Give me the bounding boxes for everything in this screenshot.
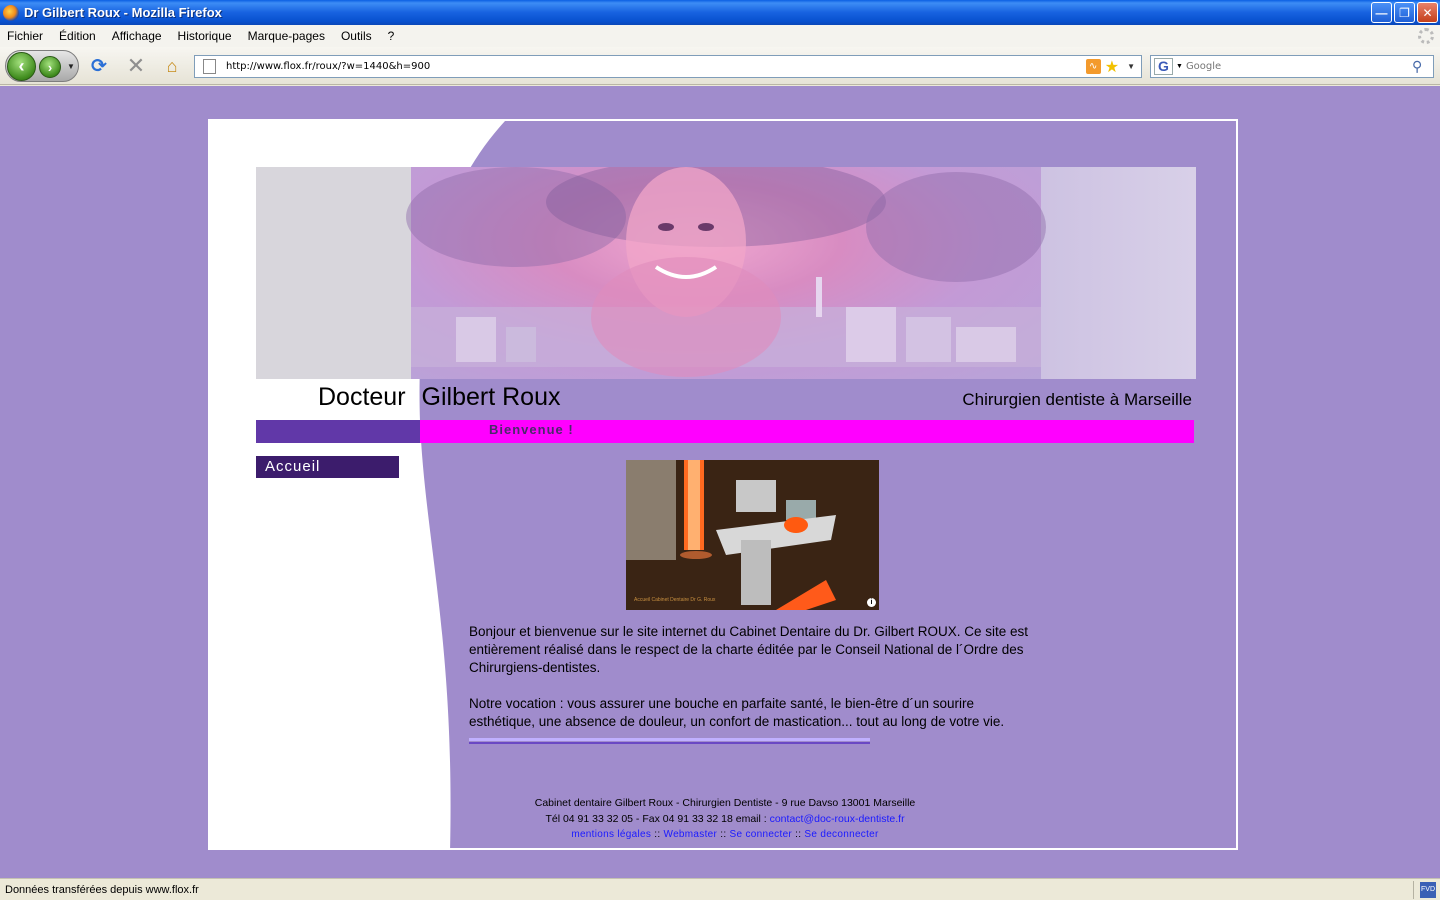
nav-item-accueil[interactable]: Accueil (256, 456, 399, 478)
office-photo[interactable]: Accueil Cabinet Dentaire Dr G. Roux i (626, 460, 879, 610)
minimize-button[interactable]: — (1371, 2, 1392, 23)
window-controls: — ❐ ✕ (1371, 2, 1438, 23)
mentions-legales-link[interactable]: mentions légales (571, 829, 651, 840)
restore-button[interactable]: ❐ (1394, 2, 1415, 23)
welcome-text: Bonjour et bienvenue sur le site interne… (469, 623, 1039, 731)
close-button[interactable]: ✕ (1417, 2, 1438, 23)
navigation-toolbar: ‹ › ▼ ⟳ ✕ ⌂ http://www.flox.fr/roux/?w=1… (0, 47, 1440, 85)
status-bar: Données transférées depuis www.flox.fr F… (0, 878, 1440, 900)
search-input[interactable] (1185, 61, 1412, 72)
menu-historique[interactable]: Historique (178, 29, 232, 43)
status-text: Données transférées depuis www.flox.fr (5, 883, 199, 896)
stop-icon[interactable]: ✕ (125, 53, 147, 78)
firefox-logo-icon (3, 4, 19, 21)
menu-outils[interactable]: Outils (341, 29, 372, 43)
menu-affichage[interactable]: Affichage (112, 29, 162, 43)
status-separator (1413, 881, 1414, 899)
footer-address: Cabinet dentaire Gilbert Roux - Chirurgi… (534, 797, 916, 809)
photo-info-icon[interactable]: i (867, 598, 876, 607)
bookmark-star-icon[interactable]: ★ (1105, 57, 1119, 77)
back-forward-group: ‹ › ▼ (5, 50, 79, 82)
url-dropdown-icon[interactable]: ▼ (1127, 62, 1135, 71)
back-button[interactable]: ‹ (7, 52, 36, 81)
page-viewport: Docteur Gilbert Roux Chirurgien dentiste … (0, 86, 1440, 878)
footer-contact: Tél 04 91 33 32 05 - Fax 04 91 33 32 18 … (210, 811, 1236, 827)
footer-separator: :: (720, 829, 727, 840)
throbber-icon (1418, 28, 1434, 44)
site-frame: Docteur Gilbert Roux Chirurgien dentiste … (208, 119, 1238, 850)
logout-link[interactable]: Se deconnecter (804, 829, 878, 840)
specialty-text: Chirurgien dentiste à Marseille (962, 390, 1192, 409)
window-title-bar: Dr Gilbert Roux - Mozilla Firefox — ❐ ✕ (0, 0, 1440, 25)
menu-help[interactable]: ? (388, 29, 395, 43)
url-bar[interactable]: http://www.flox.fr/roux/?w=1440&h=900 ∿ … (194, 55, 1142, 78)
office-photo-illustration: Accueil Cabinet Dentaire Dr G. Roux (626, 460, 879, 610)
footer-phone: Tél 04 91 33 32 05 - Fax 04 91 33 32 18 … (545, 813, 767, 825)
engine-dropdown-icon[interactable]: ▼ (1176, 63, 1183, 70)
reload-icon[interactable]: ⟳ (88, 55, 110, 77)
content-divider-dark (469, 742, 870, 744)
page-icon (203, 59, 216, 74)
url-text[interactable]: http://www.flox.fr/roux/?w=1440&h=900 (226, 61, 1086, 72)
history-dropdown-icon[interactable]: ▼ (67, 62, 75, 71)
banner-illustration (406, 167, 1046, 377)
search-magnifier-icon[interactable]: ⚲ (1412, 58, 1422, 75)
fvd-addon-icon[interactable]: FVD (1420, 882, 1436, 898)
photo-caption: Accueil Cabinet Dentaire Dr G. Roux (634, 597, 716, 603)
footer-email-link[interactable]: contact@doc-roux-dentiste.fr (770, 813, 905, 825)
menu-fichier[interactable]: Fichier (7, 29, 43, 43)
welcome-heading: Bienvenue ! (489, 422, 574, 437)
intro-paragraph: Bonjour et bienvenue sur le site interne… (469, 624, 1029, 675)
window-title: Dr Gilbert Roux - Mozilla Firefox (24, 5, 222, 20)
rss-feed-icon[interactable]: ∿ (1085, 59, 1101, 74)
forward-button[interactable]: › (39, 56, 61, 78)
footer-separator: :: (795, 829, 802, 840)
content-divider-light (469, 738, 870, 741)
vocation-paragraph: Notre vocation : vous assurer une bouche… (469, 696, 1005, 729)
menu-bar: Fichier Édition Affichage Historique Mar… (0, 25, 1440, 47)
doctor-name-heading: Docteur Gilbert Roux (318, 383, 561, 412)
doctor-title: Docteur (318, 383, 406, 411)
google-engine-icon[interactable]: G (1154, 58, 1173, 75)
search-bar: G ▼ ⚲ (1150, 55, 1434, 78)
header-banner (256, 167, 1196, 379)
menu-marque-pages[interactable]: Marque-pages (248, 29, 325, 43)
site-footer: Cabinet dentaire Gilbert Roux - Chirurgi… (210, 795, 1236, 843)
doctor-name: Gilbert Roux (421, 383, 561, 411)
webmaster-link[interactable]: Webmaster (664, 829, 718, 840)
footer-separator: :: (654, 829, 661, 840)
menu-edition[interactable]: Édition (59, 29, 96, 43)
home-icon[interactable]: ⌂ (161, 55, 183, 77)
footer-links: mentions légales :: Webmaster :: Se conn… (210, 827, 1236, 843)
nav-header-bar (256, 420, 420, 443)
login-link[interactable]: Se connecter (730, 829, 793, 840)
